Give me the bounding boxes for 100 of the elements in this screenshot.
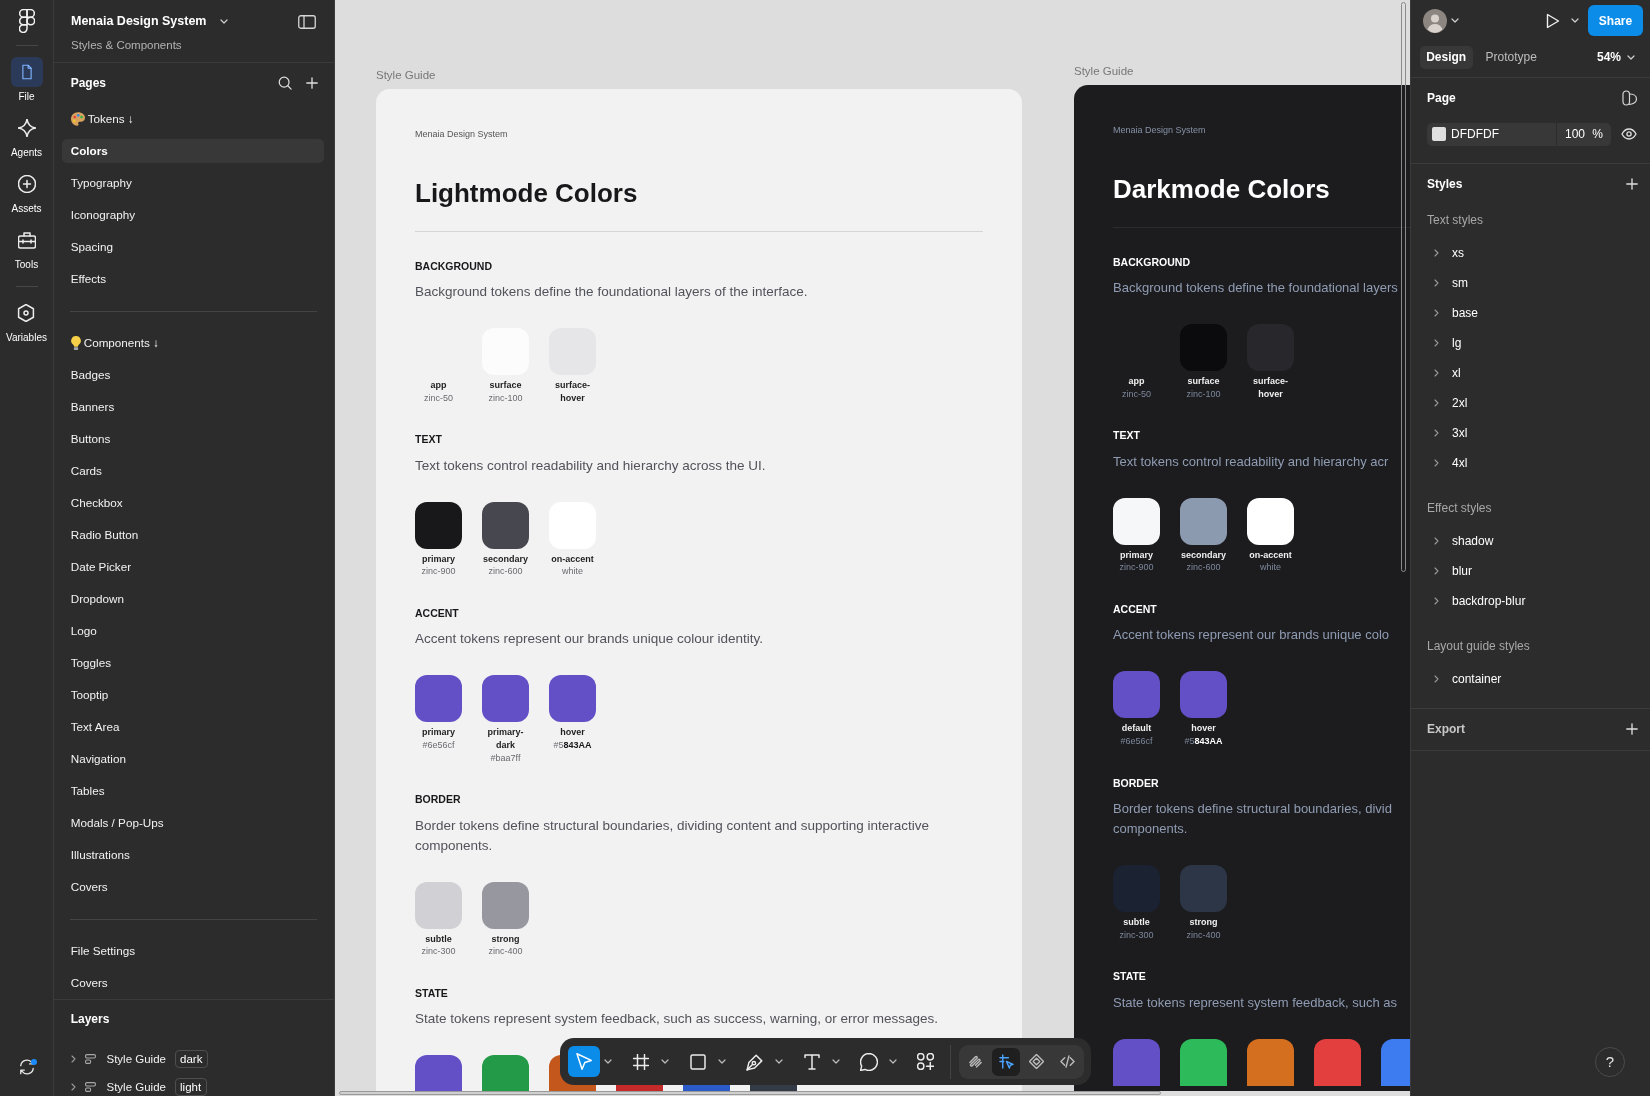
style-item[interactable]: xl [1427, 357, 1638, 388]
swatch-value: zinc-300 [421, 945, 456, 958]
page-item[interactable]: Spacing [62, 234, 324, 259]
swatch-name: primary [421, 552, 456, 566]
mode-button[interactable] [992, 1047, 1021, 1076]
style-item[interactable]: lg [1427, 327, 1638, 358]
page-item[interactable]: Iconography [62, 202, 324, 227]
panel-tab[interactable]: Design [1419, 46, 1473, 69]
chevron-down-icon[interactable] [1451, 18, 1459, 23]
brand-label: Menaia Design System [415, 128, 508, 140]
page-item[interactable]: Tokens ↓ [62, 106, 324, 131]
page-item[interactable]: Text Area [62, 714, 324, 739]
search-icon[interactable] [278, 75, 292, 90]
page-item[interactable]: Checkbox [62, 490, 324, 515]
sidebar-toggle-icon[interactable] [298, 14, 316, 29]
page-item[interactable]: Buttons [62, 426, 324, 451]
chevron-down-icon [1627, 54, 1635, 60]
avatar[interactable] [1423, 8, 1447, 33]
play-icon[interactable] [1545, 12, 1560, 29]
plus-icon[interactable] [1626, 723, 1638, 736]
scrollbar[interactable] [339, 1091, 1161, 1095]
style-item[interactable]: base [1427, 297, 1638, 328]
style-item[interactable]: 3xl [1427, 417, 1638, 448]
plus-icon[interactable] [306, 76, 318, 89]
frame-label[interactable]: Style Guide [376, 69, 436, 82]
tool-button[interactable] [567, 1046, 600, 1077]
swatch-name: secondary [482, 552, 529, 566]
page-item[interactable]: Radio Button [62, 522, 324, 547]
style-item[interactable]: shadow [1427, 525, 1638, 556]
style-item[interactable]: blur [1427, 555, 1638, 586]
text-icon [803, 1053, 820, 1070]
swatch-name: surface [1186, 375, 1221, 388]
section-title: Pages [70, 74, 107, 91]
opacity-field[interactable]: 100 % [1557, 122, 1611, 146]
nav-button[interactable]: Agents [10, 113, 43, 159]
page-item[interactable]: Modals / Pop-Ups [62, 810, 324, 835]
chevron-right-icon[interactable] [71, 1055, 77, 1063]
swatch-name: hover [1190, 722, 1217, 735]
share-button[interactable]: Share [1588, 5, 1643, 36]
page-item[interactable]: Effects [62, 266, 324, 291]
chevron-right-icon[interactable] [71, 1083, 77, 1092]
page-item[interactable]: Illustrations [62, 842, 324, 867]
panel-tab[interactable]: Prototype [1478, 46, 1544, 69]
nav-button[interactable]: Assets [10, 169, 43, 215]
page-item[interactable]: Covers [62, 970, 324, 995]
eye-icon[interactable] [1621, 128, 1637, 141]
file-name-button[interactable]: Menaia Design System [71, 13, 229, 30]
page-item[interactable]: Components ↓ [62, 330, 324, 355]
style-item[interactable]: xs [1427, 237, 1638, 268]
section-description: Border tokens define structural boundaries, dividing content and supporting interactive components. [415, 816, 931, 855]
chevron-down-icon[interactable] [604, 1059, 613, 1064]
page-item[interactable]: Colors [62, 138, 324, 163]
chevron-down-icon[interactable] [775, 1059, 784, 1064]
layer-name[interactable]: Style Guide [106, 1053, 166, 1065]
page-item[interactable]: Covers [62, 874, 324, 899]
section-description: Background tokens define the foundational layers [1113, 279, 1399, 297]
page-item[interactable]: Banners [62, 394, 324, 419]
page-item[interactable]: Typography [62, 170, 324, 195]
chevron-down-icon[interactable] [718, 1059, 727, 1064]
section-description: Accent tokens represent our brands unique colo [1113, 626, 1391, 645]
nav-button[interactable]: Tools [10, 225, 43, 271]
page-item[interactable]: File Settings [62, 938, 324, 963]
page-item[interactable]: Tooptip [62, 682, 324, 707]
frame-label[interactable]: Style Guide [1074, 65, 1134, 78]
brand-label: Menaia Design System [1113, 124, 1206, 136]
swatch-name: subtle [424, 932, 453, 946]
style-item[interactable]: sm [1427, 267, 1638, 298]
swatch-name: strong [490, 932, 521, 946]
style-item[interactable]: container [1427, 663, 1638, 694]
chevron-down-icon[interactable] [1571, 18, 1579, 23]
page-item[interactable]: Date Picker [62, 554, 324, 579]
page-item[interactable]: Logo [62, 618, 324, 643]
page-item[interactable]: Dropdown [62, 586, 324, 611]
layer-name[interactable]: Style Guide [106, 1081, 166, 1094]
mode-icon[interactable] [1622, 90, 1638, 106]
zoom-dropdown[interactable]: 54% [1596, 46, 1635, 69]
shapes-plus-icon [917, 1053, 935, 1070]
sync-icon[interactable] [18, 1059, 35, 1075]
style-item[interactable]: backdrop-blur [1427, 585, 1638, 616]
section-heading: BORDER [1113, 775, 1160, 790]
section-description: Border tokens define structural boundaries, divid components. [1113, 800, 1393, 839]
page-item[interactable]: Tables [62, 778, 324, 803]
swatch-value: white [562, 565, 583, 578]
page-item[interactable]: Toggles [62, 650, 324, 675]
section-heading: STATE [1113, 969, 1146, 984]
page-item[interactable]: Navigation [62, 746, 324, 771]
color-field[interactable]: DFDFDF [1427, 122, 1556, 146]
plus-icon[interactable] [1626, 177, 1638, 190]
nav-button[interactable]: File [10, 57, 43, 103]
scrollbar[interactable] [1401, 2, 1406, 572]
page-item[interactable]: Badges [62, 362, 324, 387]
swatch-value: zinc-900 [421, 565, 456, 578]
layer-tag: light [174, 1078, 207, 1096]
chevron-down-icon[interactable] [832, 1059, 841, 1064]
style-item[interactable]: 2xl [1427, 387, 1638, 418]
page-item[interactable]: Cards [62, 458, 324, 483]
chevron-down-icon[interactable] [661, 1059, 670, 1064]
chevron-down-icon[interactable] [889, 1059, 898, 1064]
style-item[interactable]: 4xl [1427, 447, 1638, 478]
nav-button[interactable]: Variables [6, 298, 47, 344]
